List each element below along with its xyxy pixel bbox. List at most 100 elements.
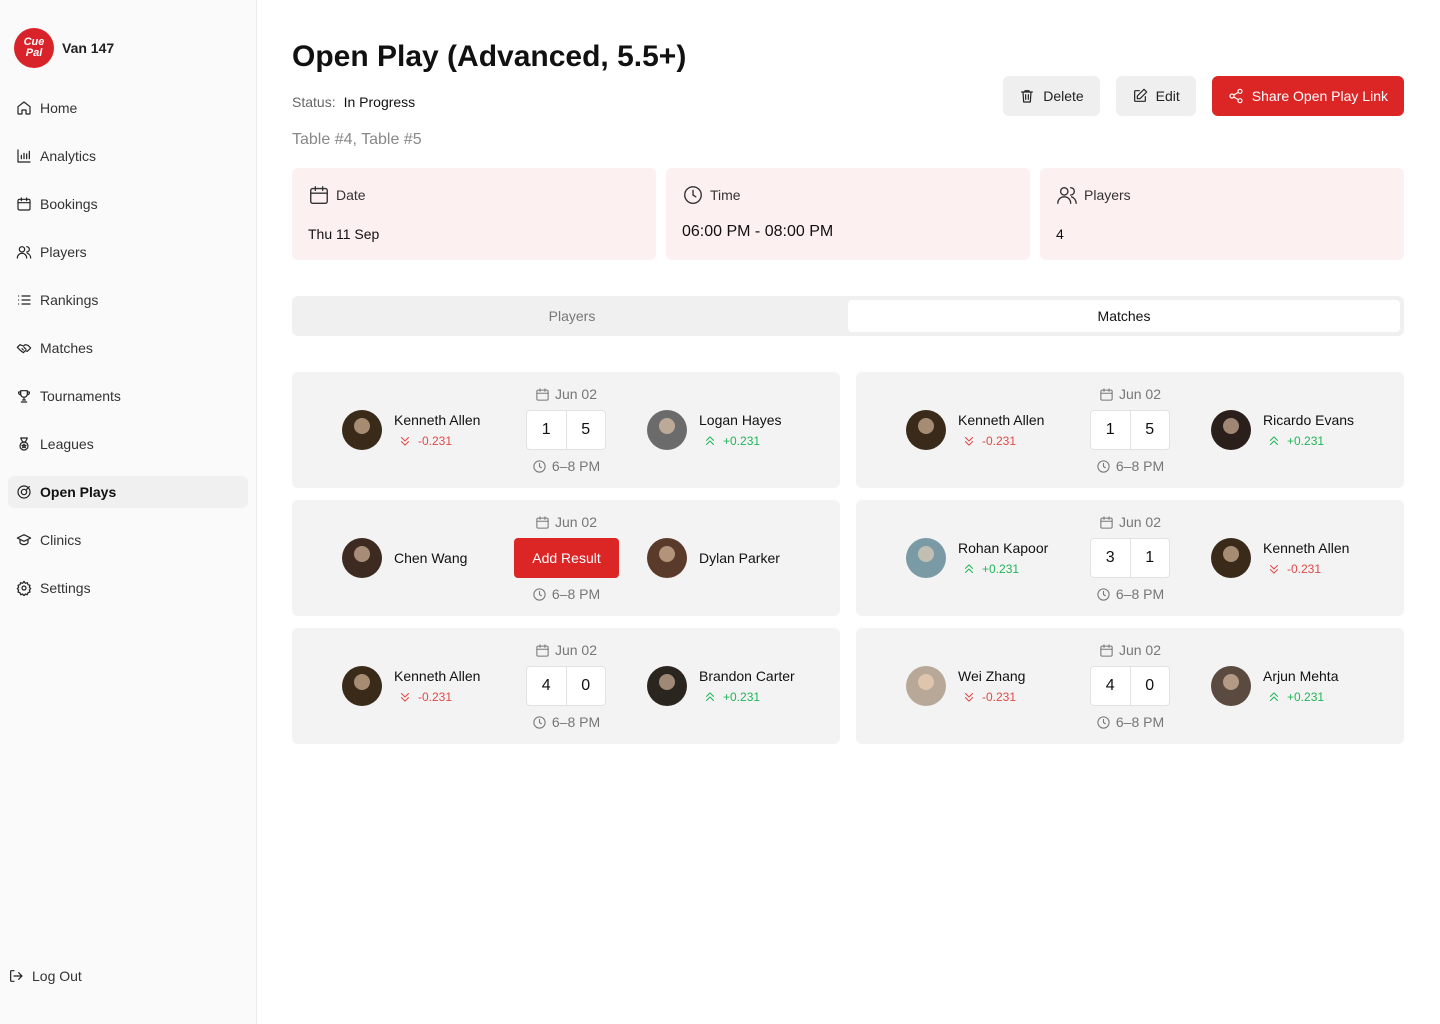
date-value: Thu 11 Sep [308,226,380,242]
users-icon [16,246,32,259]
calendar-icon [1100,643,1113,657]
sidebar-item-analytics[interactable]: Analytics [8,140,248,172]
match-date: Jun 02 [526,514,606,530]
date-card: Date Thu 11 Sep [292,168,656,260]
score-player-2: 5 [581,421,591,438]
share-link-button[interactable]: Share Open Play Link [1211,76,1404,116]
match-time-text: 6–8 PM [551,714,601,730]
match-card[interactable]: Kenneth Allen -0.231 Jun 02 1 5 6–8 PM L… [292,372,840,488]
tab-matches[interactable]: Matches [848,300,1400,332]
sidebar-item-rankings[interactable]: Rankings [8,284,248,316]
player-name: Rohan Kapoor [958,540,1049,556]
sidebar-item-tournaments[interactable]: Tournaments [8,380,248,412]
time-card: Time 06:00 PM - 08:00 PM [666,168,1030,260]
calendar-icon [536,643,549,657]
chevrons-up-icon [705,436,715,446]
chevrons-up-icon [1269,692,1279,702]
player-name: Kenneth Allen [394,668,481,684]
player-info: Kenneth Allen -0.231 [394,668,480,704]
sidebar-item-settings[interactable]: Settings [8,572,248,604]
rating-change: -0.231 [962,434,1044,448]
match-card[interactable]: Kenneth Allen -0.231 Jun 02 4 0 6–8 PM B… [292,628,840,744]
sidebar-item-home[interactable]: Home [8,92,248,124]
target-icon [17,485,31,499]
handshake-icon [16,344,32,354]
match-time: 6–8 PM [1090,458,1170,474]
players-value: 4 [1056,226,1064,242]
player-left[interactable]: Chen Wang [342,538,467,578]
clock-icon [1097,459,1110,473]
medal-icon [19,437,29,451]
match-card[interactable]: Wei Zhang -0.231 Jun 02 4 0 6–8 PM Arjun… [856,628,1404,744]
match-center: Jun 02 1 5 6–8 PM [1090,372,1170,488]
match-card[interactable]: Rohan Kapoor +0.231 Jun 02 3 1 6–8 PM Ke… [856,500,1404,616]
sidebar-item-open-plays[interactable]: Open Plays [8,476,248,508]
player-right[interactable]: Ricardo Evans +0.231 [1211,410,1354,450]
list-icon [18,295,31,305]
rating-value: -0.231 [418,434,453,448]
delete-button[interactable]: Delete [1003,76,1100,116]
logout-button[interactable]: Log Out [8,960,82,992]
sidebar-item-matches[interactable]: Matches [8,332,248,364]
match-date: Jun 02 [526,642,606,658]
player-left[interactable]: Kenneth Allen -0.231 [342,410,480,450]
player-left[interactable]: Wei Zhang -0.231 [906,666,1025,706]
players-card: Players 4 [1040,168,1404,260]
match-card[interactable]: Chen Wang Jun 02 Add Result 6–8 PM Dylan… [292,500,840,616]
sidebar-item-label: Clinics [40,532,82,548]
score-box: 4 0 [1090,666,1170,706]
player-info: Ricardo Evans +0.231 [1263,412,1354,448]
chevrons-down-icon [400,436,410,446]
player-right[interactable]: Kenneth Allen -0.231 [1211,538,1349,578]
player-info: Kenneth Allen -0.231 [1263,540,1349,576]
player-left[interactable]: Kenneth Allen -0.231 [342,666,480,706]
rating-change: +0.231 [1267,690,1338,704]
venue-name: Van 147 [62,40,115,56]
player-name: Wei Zhang [958,668,1026,684]
player-name: Chen Wang [394,550,468,566]
rating-change: -0.231 [1267,562,1349,576]
cuepal-logo: Cue Pal [14,28,54,68]
chevrons-down-icon [1269,564,1279,574]
add-result-button[interactable]: Add Result [514,538,619,578]
avatar [906,666,946,706]
calendar-icon [17,197,31,211]
player-right[interactable]: Arjun Mehta +0.231 [1211,666,1338,706]
player-right[interactable]: Logan Hayes +0.231 [647,410,782,450]
players-card-header: Players [1056,184,1388,206]
player-info: Kenneth Allen -0.231 [958,412,1044,448]
match-date-text: Jun 02 [1118,642,1162,658]
match-time-text: 6–8 PM [1115,586,1165,602]
player-right[interactable]: Brandon Carter +0.231 [647,666,795,706]
share-icon [1229,88,1243,104]
match-center: Jun 02 1 5 6–8 PM [526,372,606,488]
match-date: Jun 02 [1090,386,1170,402]
sidebar-item-players[interactable]: Players [8,236,248,268]
date-card-header: Date [308,184,640,206]
sidebar-item-label: Tournaments [40,388,121,404]
brand[interactable]: Cue Pal Van 147 [14,28,114,68]
sidebar-item-clinics[interactable]: Clinics [8,524,248,556]
player-left[interactable]: Rohan Kapoor +0.231 [906,538,1048,578]
rating-change: +0.231 [703,434,782,448]
calendar-icon [310,186,328,204]
match-date-text: Jun 02 [1118,386,1162,402]
score-player-1: 4 [527,667,567,705]
tab-players[interactable]: Players [296,300,848,332]
chevrons-up-icon [705,692,715,702]
sidebar-item-bookings[interactable]: Bookings [8,188,248,220]
match-time-text: 6–8 PM [551,458,601,474]
avatar [342,538,382,578]
rating-change: -0.231 [962,690,1025,704]
users-icon [1057,186,1077,204]
rating-change: +0.231 [1267,434,1354,448]
edit-button[interactable]: Edit [1115,76,1196,116]
player-left[interactable]: Kenneth Allen -0.231 [906,410,1044,450]
match-date: Jun 02 [1090,642,1170,658]
sidebar-item-leagues[interactable]: Leagues [8,428,248,460]
match-center: Jun 02 4 0 6–8 PM [526,628,606,744]
time-label: Time [710,187,741,203]
header-actions: Delete Edit Share Open Play Link [1003,76,1404,116]
match-card[interactable]: Kenneth Allen -0.231 Jun 02 1 5 6–8 PM R… [856,372,1404,488]
player-right[interactable]: Dylan Parker [647,538,780,578]
